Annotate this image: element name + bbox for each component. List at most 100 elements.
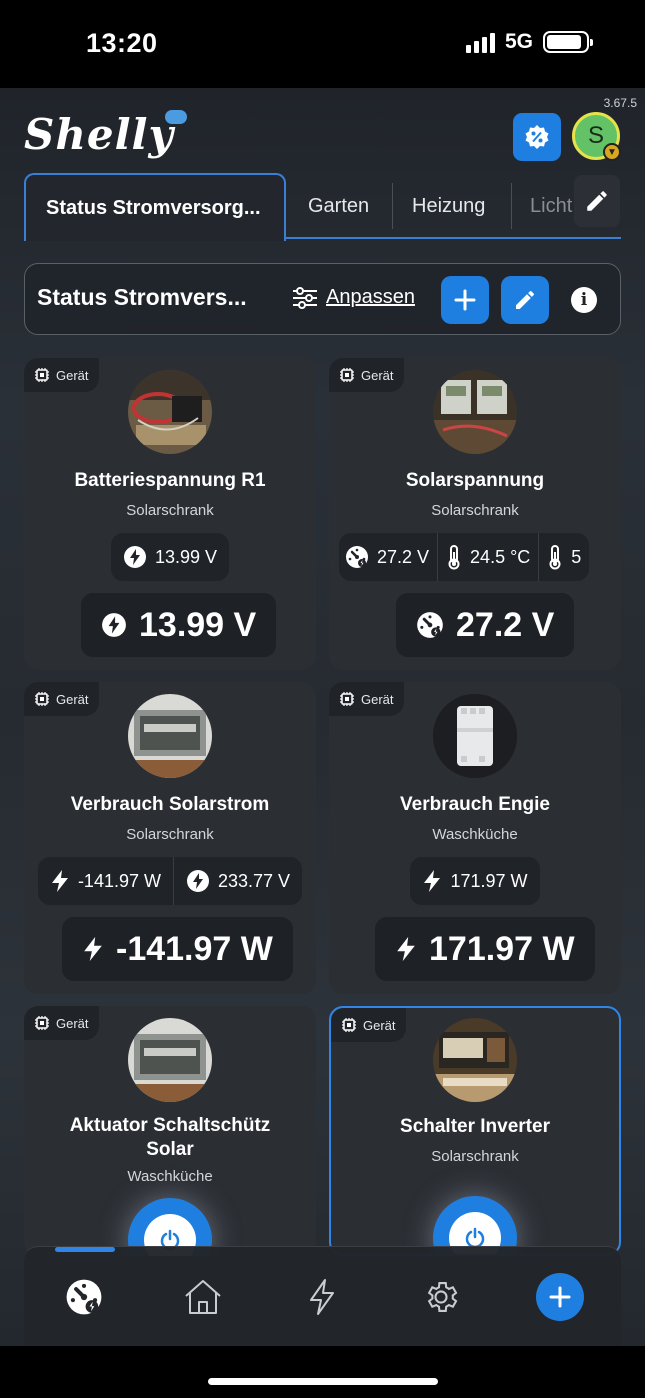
- device-title: Aktuator Schaltschütz Solar: [24, 1114, 316, 1162]
- device-card[interactable]: Gerät Solarspannung Solarschrank 27.2 V …: [329, 358, 621, 670]
- thermometer-icon: [448, 545, 460, 570]
- primary-value: 171.97 W: [375, 917, 595, 981]
- device-photo: [128, 694, 212, 778]
- primary-value: -141.97 W: [62, 917, 293, 981]
- customize-link[interactable]: Anpassen: [292, 286, 415, 309]
- edit-tabs-button[interactable]: [574, 175, 620, 227]
- power-icon: [84, 936, 102, 962]
- device-room: Solarschrank: [126, 826, 214, 843]
- device-title: Solarspannung: [405, 470, 545, 491]
- customize-label: Anpassen: [326, 286, 415, 308]
- metric-chip: 13.99 V: [111, 533, 229, 581]
- device-title: Schalter Inverter: [400, 1116, 550, 1137]
- tab-licht[interactable]: Licht: [530, 173, 572, 239]
- tab-heizung[interactable]: Heizung: [412, 173, 485, 239]
- bottom-navigation: [24, 1246, 621, 1346]
- device-badge: Gerät: [331, 1008, 406, 1042]
- nav-dashboard[interactable]: [62, 1275, 106, 1319]
- plus-icon: [549, 1286, 571, 1308]
- settings-icon: [427, 1282, 458, 1312]
- device-card[interactable]: Gerät Aktuator Schaltschütz Solar Waschk…: [24, 1006, 316, 1256]
- badge-label: Gerät: [363, 1017, 396, 1033]
- device-photo: [128, 370, 212, 454]
- primary-value-text: 13.99 V: [139, 605, 257, 644]
- nav-home[interactable]: [181, 1275, 225, 1319]
- device-title-line: Solar: [146, 1139, 194, 1160]
- badge-label: Gerät: [56, 367, 89, 383]
- metric-value: 24.5 °C: [470, 546, 531, 567]
- tab-divider: [511, 183, 512, 229]
- voltage-icon: [186, 870, 209, 892]
- network-label: 5G: [504, 30, 533, 53]
- add-device-button[interactable]: [441, 276, 489, 324]
- metric-value: 5: [571, 546, 582, 567]
- pencil-icon: [587, 191, 607, 211]
- chip-icon: [342, 1018, 356, 1032]
- power-icon: [51, 870, 68, 892]
- device-photo: [433, 1018, 517, 1102]
- plus-icon: [454, 289, 476, 311]
- info-icon[interactable]: i: [571, 287, 597, 313]
- energy-icon: [310, 1279, 334, 1315]
- home-indicator-area: [0, 1346, 645, 1398]
- badge-label: Gerät: [56, 691, 89, 707]
- primary-value: 27.2 V: [396, 593, 575, 657]
- cloud-icon: [165, 110, 187, 124]
- chip-icon: [35, 692, 49, 706]
- home-indicator[interactable]: [208, 1378, 438, 1385]
- status-bar: 13:20 5G: [0, 0, 645, 88]
- primary-value-text: -141.97 W: [116, 929, 273, 968]
- dashboard-icon: [66, 1279, 102, 1315]
- metric-chip: 24.5 °C: [437, 533, 538, 581]
- dashboard-header: Status Stromvers... Anpassen i: [24, 263, 621, 335]
- device-card[interactable]: Gerät Verbrauch Engie Waschküche 171.97 …: [329, 682, 621, 994]
- metric-value: 233.77 V: [217, 870, 291, 891]
- badge-label: Gerät: [56, 1015, 89, 1031]
- metric-chip: -141.97 W: [38, 857, 173, 905]
- premium-badge-icon: ▼: [603, 143, 621, 161]
- tab-divider: [392, 183, 393, 229]
- badge-label: Gerät: [361, 367, 394, 383]
- home-icon: [185, 1280, 221, 1314]
- device-card-selected[interactable]: Gerät Schalter Inverter Solarschrank: [329, 1006, 621, 1256]
- device-badge: Gerät: [329, 682, 404, 716]
- app-screen: 3.67.5 Shelly S ▼ Status Stromversorg...…: [0, 88, 645, 1346]
- device-badge: Gerät: [24, 358, 99, 392]
- chip-icon: [35, 1016, 49, 1030]
- discount-icon: [525, 125, 549, 149]
- badge-label: Gerät: [361, 691, 394, 707]
- metric-chip: 233.77 V: [172, 857, 302, 905]
- primary-value-text: 171.97 W: [429, 929, 575, 968]
- chip-icon: [35, 368, 49, 382]
- device-title: Batteriespannung R1: [74, 470, 266, 491]
- status-indicators: 5G: [465, 30, 593, 54]
- pencil-icon: [516, 290, 534, 309]
- avatar-initial: S: [587, 122, 604, 149]
- device-room: Waschküche: [432, 826, 518, 843]
- metric-chips: 27.2 V 24.5 °C 5: [339, 533, 609, 581]
- status-time: 13:20: [86, 28, 158, 58]
- device-card[interactable]: Gerät Verbrauch Solarstrom Solarschrank …: [24, 682, 316, 994]
- metric-chip: 5: [538, 533, 589, 581]
- nav-energy[interactable]: [300, 1275, 344, 1319]
- device-card[interactable]: Gerät Batteriespannung R1 Solarschrank 1…: [24, 358, 316, 670]
- metric-value: 171.97 W: [450, 870, 528, 891]
- voltage-icon: [123, 546, 146, 568]
- nav-add-button[interactable]: [536, 1273, 584, 1321]
- device-room: Solarschrank: [431, 1148, 519, 1165]
- user-avatar[interactable]: S ▼: [572, 112, 621, 161]
- nav-settings[interactable]: [419, 1275, 463, 1319]
- device-room: Waschküche: [127, 1168, 213, 1185]
- power-icon: [397, 936, 415, 962]
- device-badge: Gerät: [24, 1006, 99, 1040]
- dashboard-title: Status Stromvers...: [37, 284, 247, 310]
- voltage-icon: [102, 613, 126, 637]
- primary-value-text: 27.2 V: [456, 605, 555, 644]
- metric-chips: -141.97 W 233.77 V: [24, 857, 316, 905]
- discount-button[interactable]: [513, 113, 561, 161]
- device-title: Verbrauch Engie: [400, 794, 550, 815]
- tab-garten[interactable]: Garten: [308, 173, 369, 239]
- tab-status-stromversorgung[interactable]: Status Stromversorg...: [24, 173, 286, 241]
- gauge-icon: [346, 546, 368, 568]
- edit-dashboard-button[interactable]: [501, 276, 549, 324]
